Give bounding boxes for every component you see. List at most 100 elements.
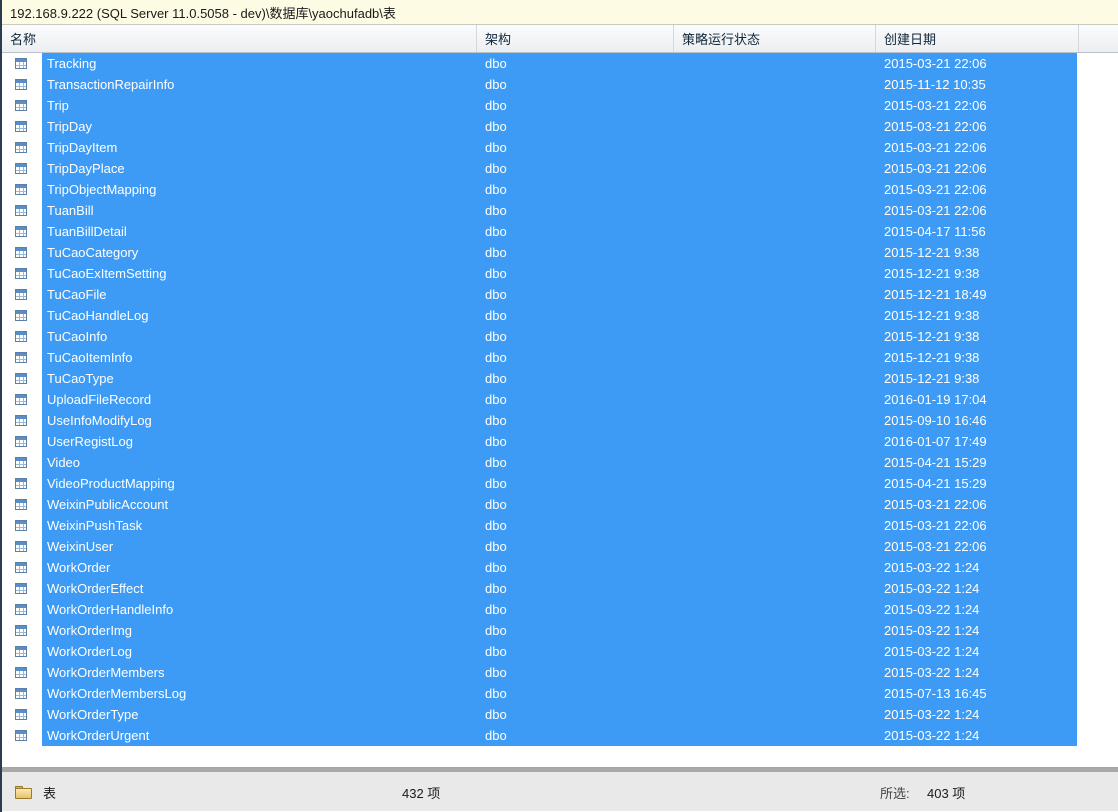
table-row[interactable]: TuCaoExItemSetting dbo 2015-12-21 9:38	[2, 263, 1118, 284]
table-row[interactable]: TuCaoItemInfo dbo 2015-12-21 9:38	[2, 347, 1118, 368]
cell-schema: dbo	[485, 266, 507, 281]
table-row[interactable]: TuCaoHandleLog dbo 2015-12-21 9:38	[2, 305, 1118, 326]
cell-name: WorkOrderMembers	[47, 665, 165, 680]
cell-policy-state	[682, 263, 872, 284]
cell-created-date: 2015-04-17 11:56	[884, 224, 986, 239]
cell-schema: dbo	[485, 413, 507, 428]
table-row[interactable]: TuCaoCategory dbo 2015-12-21 9:38	[2, 242, 1118, 263]
cell-name: WorkOrderType	[47, 707, 139, 722]
table-row[interactable]: Video dbo 2015-04-21 15:29	[2, 452, 1118, 473]
column-header-schema-label: 架构	[485, 32, 512, 47]
table-icon	[15, 58, 27, 69]
cell-created-date: 2015-12-21 9:38	[884, 371, 980, 386]
cell-created-date: 2015-03-21 22:06	[884, 161, 987, 176]
cell-name: TuCaoExItemSetting	[47, 266, 167, 281]
cell-policy-state	[682, 620, 872, 641]
table-row[interactable]: UserRegistLog dbo 2016-01-07 17:49	[2, 431, 1118, 452]
table-row[interactable]: TuanBill dbo 2015-03-21 22:06	[2, 200, 1118, 221]
cell-schema: dbo	[485, 455, 507, 470]
column-header-created-date[interactable]: 创建日期	[876, 25, 1079, 52]
cell-policy-state	[682, 368, 872, 389]
table-icon	[15, 205, 27, 216]
table-icon	[15, 100, 27, 111]
cell-policy-state	[682, 305, 872, 326]
table-row[interactable]: TuanBillDetail dbo 2015-04-17 11:56	[2, 221, 1118, 242]
cell-schema: dbo	[485, 623, 507, 638]
cell-policy-state	[682, 557, 872, 578]
cell-policy-state	[682, 536, 872, 557]
cell-policy-state	[682, 662, 872, 683]
cell-name: WeixinUser	[47, 539, 114, 554]
table-row[interactable]: UseInfoModifyLog dbo 2015-09-10 16:46	[2, 410, 1118, 431]
table-row[interactable]: WorkOrderUrgent dbo 2015-03-22 1:24	[2, 725, 1118, 746]
table-row[interactable]: WeixinPublicAccount dbo 2015-03-21 22:06	[2, 494, 1118, 515]
column-header-policy-state[interactable]: 策略运行状态	[674, 25, 876, 52]
table-row[interactable]: WorkOrderType dbo 2015-03-22 1:24	[2, 704, 1118, 725]
table-row[interactable]: Tracking dbo 2015-03-21 22:06	[2, 53, 1118, 74]
row-icon-cell	[2, 725, 42, 746]
column-header-row: 名称 架构 策略运行状态 创建日期	[2, 25, 1118, 53]
table-row[interactable]: TripDay dbo 2015-03-21 22:06	[2, 116, 1118, 137]
cell-created-date: 2015-03-21 22:06	[884, 182, 987, 197]
cell-schema: dbo	[485, 686, 507, 701]
cell-name: TuCaoItemInfo	[47, 350, 133, 365]
table-icon	[15, 373, 27, 384]
table-row[interactable]: TripDayItem dbo 2015-03-21 22:06	[2, 137, 1118, 158]
table-row[interactable]: TuCaoFile dbo 2015-12-21 18:49	[2, 284, 1118, 305]
cell-policy-state	[682, 137, 872, 158]
cell-schema: dbo	[485, 497, 507, 512]
table-row[interactable]: Trip dbo 2015-03-21 22:06	[2, 95, 1118, 116]
table-row[interactable]: WorkOrderImg dbo 2015-03-22 1:24	[2, 620, 1118, 641]
cell-schema: dbo	[485, 539, 507, 554]
cell-schema: dbo	[485, 245, 507, 260]
row-icon-cell	[2, 515, 42, 536]
table-row[interactable]: VideoProductMapping dbo 2015-04-21 15:29	[2, 473, 1118, 494]
table-row[interactable]: WorkOrderEffect dbo 2015-03-22 1:24	[2, 578, 1118, 599]
table-row[interactable]: TuCaoType dbo 2015-12-21 9:38	[2, 368, 1118, 389]
table-icon	[15, 415, 27, 426]
column-header-schema[interactable]: 架构	[477, 25, 674, 52]
column-header-created-date-label: 创建日期	[884, 32, 937, 47]
row-icon-cell	[2, 683, 42, 704]
table-row[interactable]: WorkOrder dbo 2015-03-22 1:24	[2, 557, 1118, 578]
cell-created-date: 2015-04-21 15:29	[884, 455, 987, 470]
table-row[interactable]: TransactionRepairInfo dbo 2015-11-12 10:35	[2, 74, 1118, 95]
table-row[interactable]: TuCaoInfo dbo 2015-12-21 9:38	[2, 326, 1118, 347]
table-icon	[15, 457, 27, 468]
cell-policy-state	[682, 74, 872, 95]
cell-schema: dbo	[485, 644, 507, 659]
cell-created-date: 2015-03-21 22:06	[884, 203, 987, 218]
table-row[interactable]: WeixinPushTask dbo 2015-03-21 22:06	[2, 515, 1118, 536]
table-row[interactable]: TripDayPlace dbo 2015-03-21 22:06	[2, 158, 1118, 179]
cell-policy-state	[682, 704, 872, 725]
folder-icon	[15, 785, 32, 799]
cell-created-date: 2015-12-21 9:38	[884, 245, 980, 260]
cell-created-date: 2016-01-07 17:49	[884, 434, 987, 449]
table-icon	[15, 583, 27, 594]
row-icon-cell	[2, 53, 42, 74]
cell-policy-state	[682, 179, 872, 200]
cell-name: TuanBill	[47, 203, 94, 218]
cell-name: WorkOrderMembersLog	[47, 686, 187, 701]
table-row[interactable]: WeixinUser dbo 2015-03-21 22:06	[2, 536, 1118, 557]
column-header-name[interactable]: 名称	[2, 25, 477, 52]
cell-schema: dbo	[485, 518, 507, 533]
table-row[interactable]: WorkOrderLog dbo 2015-03-22 1:24	[2, 641, 1118, 662]
table-row[interactable]: WorkOrderMembers dbo 2015-03-22 1:24	[2, 662, 1118, 683]
row-icon-cell	[2, 620, 42, 641]
cell-policy-state	[682, 410, 872, 431]
table-row[interactable]: WorkOrderMembersLog dbo 2015-07-13 16:45	[2, 683, 1118, 704]
table-row[interactable]: WorkOrderHandleInfo dbo 2015-03-22 1:24	[2, 599, 1118, 620]
cell-name: Tracking	[47, 56, 97, 71]
table-icon	[15, 289, 27, 300]
cell-name: TripObjectMapping	[47, 182, 157, 197]
table-icon	[15, 688, 27, 699]
cell-created-date: 2015-12-21 18:49	[884, 287, 987, 302]
cell-name: UploadFileRecord	[47, 392, 152, 407]
cell-policy-state	[682, 599, 872, 620]
object-list[interactable]: Tracking dbo 2015-03-21 22:06 TransactionRe…	[2, 53, 1118, 767]
table-row[interactable]: TripObjectMapping dbo 2015-03-21 22:06	[2, 179, 1118, 200]
table-icon	[15, 268, 27, 279]
table-row[interactable]: UploadFileRecord dbo 2016-01-19 17:04	[2, 389, 1118, 410]
cell-schema: dbo	[485, 161, 507, 176]
